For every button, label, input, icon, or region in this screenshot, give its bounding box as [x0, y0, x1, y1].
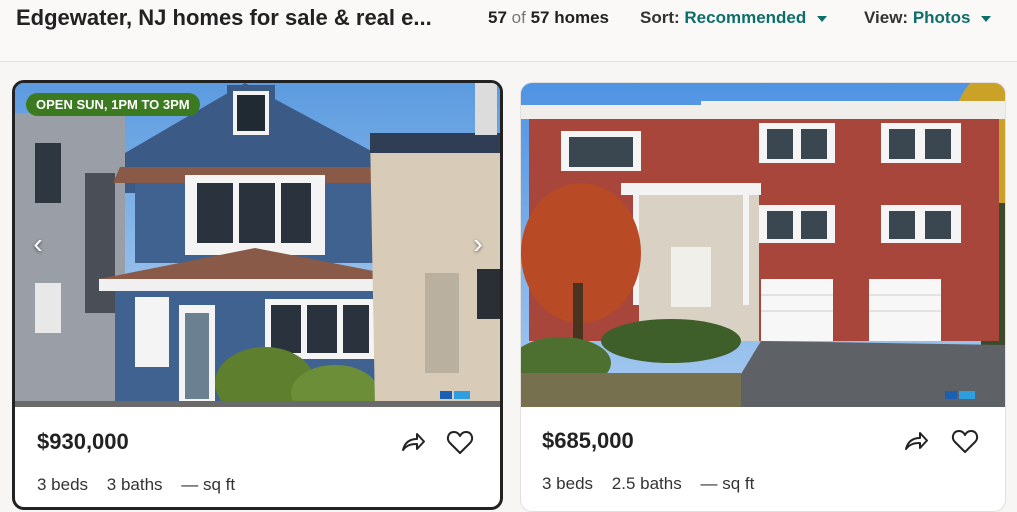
chevron-left-icon[interactable]: ‹: [25, 230, 51, 258]
chevron-right-icon[interactable]: ›: [465, 230, 491, 258]
caret-down-icon: [981, 15, 992, 22]
view-value: Photos: [912, 8, 971, 27]
open-house-badge: OPEN SUN, 1PM TO 3PM: [26, 93, 200, 116]
sqft: — sq ft: [700, 474, 755, 493]
baths: 3 baths: [106, 475, 163, 494]
count-shown: 57: [488, 8, 507, 27]
listing-card[interactable]: OPEN SUN, 1PM TO 3PM ‹ › $930,000 3 beds…: [12, 80, 503, 510]
heart-icon[interactable]: [950, 426, 980, 456]
sort-dropdown[interactable]: Sort: Recommended: [640, 8, 828, 28]
sqft: — sq ft: [181, 475, 236, 494]
baths: 2.5 baths: [611, 474, 682, 493]
beds: 3 beds: [37, 475, 89, 494]
listing-photo[interactable]: OPEN SUN, 1PM TO 3PM ‹ ›: [15, 83, 500, 407]
beds: 3 beds: [542, 474, 594, 493]
sort-value: Recommended: [684, 8, 807, 27]
mls-logo: [440, 391, 470, 399]
listing-price: $930,000: [37, 429, 129, 454]
count-total: 57 homes: [530, 8, 610, 27]
page-title: Edgewater, NJ homes for sale & real e...: [16, 5, 432, 30]
mls-logo: [945, 391, 975, 399]
view-label: View:: [864, 8, 909, 27]
listing-specs: 3 beds 2.5 baths — sq ft: [542, 474, 768, 494]
results-count: 57 of 57 homes: [488, 8, 609, 28]
count-of: of: [511, 8, 526, 27]
sort-label: Sort:: [640, 8, 680, 27]
heart-icon[interactable]: [445, 427, 475, 457]
caret-down-icon: [817, 15, 828, 22]
share-icon[interactable]: [397, 427, 427, 457]
share-icon[interactable]: [900, 426, 930, 456]
view-dropdown[interactable]: View: Photos: [864, 8, 992, 28]
listing-price: $685,000: [542, 428, 634, 453]
results-header: Edgewater, NJ homes for sale & real e...…: [0, 0, 1017, 62]
listing-specs: 3 beds 3 baths — sq ft: [37, 475, 249, 495]
listing-photo[interactable]: [521, 83, 1005, 407]
listing-card[interactable]: $685,000 3 beds 2.5 baths — sq ft: [520, 82, 1006, 512]
